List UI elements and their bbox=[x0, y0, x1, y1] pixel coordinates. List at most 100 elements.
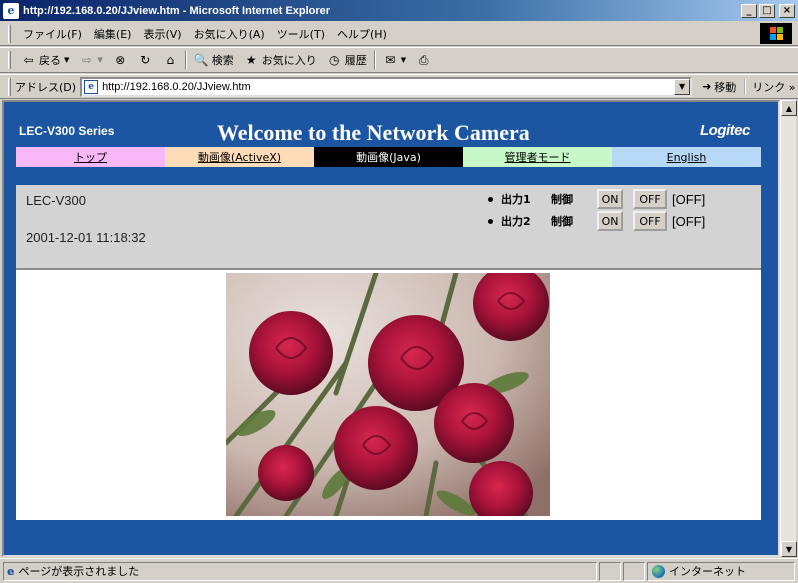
output1-off-button[interactable]: OFF bbox=[633, 189, 667, 209]
search-button[interactable]: 🔍 検索 bbox=[189, 52, 239, 68]
window-controls: _ □ × bbox=[741, 3, 795, 18]
output-name: 出力2 bbox=[501, 215, 531, 228]
menu-edit[interactable]: 編集(E) bbox=[88, 26, 138, 42]
logitec-logo: Logitec bbox=[700, 122, 750, 139]
output1-state: [OFF] bbox=[672, 191, 706, 207]
rose-bouquet-photo bbox=[226, 273, 550, 516]
page-icon: e bbox=[84, 79, 99, 94]
mail-dropdown-icon[interactable]: ▼ bbox=[401, 56, 406, 64]
favorites-icon: ★ bbox=[245, 53, 257, 67]
history-button[interactable]: ◷ 履歴 bbox=[322, 52, 372, 68]
status-pane bbox=[599, 561, 621, 581]
favorites-button[interactable]: ★ お気に入り bbox=[239, 52, 322, 68]
refresh-icon: ↻ bbox=[140, 53, 151, 67]
mail-button[interactable]: ✉ ▼ bbox=[378, 53, 411, 68]
back-label: 戻る bbox=[39, 54, 61, 67]
windows-logo-icon bbox=[760, 23, 792, 44]
output2-state: [OFF] bbox=[672, 213, 706, 229]
menu-tools[interactable]: ツール(T) bbox=[271, 26, 331, 42]
globe-icon bbox=[652, 564, 665, 578]
address-label: アドレス(D) bbox=[15, 80, 77, 94]
menu-favorites[interactable]: お気に入り(A) bbox=[188, 26, 271, 42]
device-name: LEC-V300 bbox=[26, 193, 86, 208]
links-button[interactable]: リンク » bbox=[744, 78, 796, 95]
address-grip[interactable] bbox=[8, 77, 11, 96]
back-dropdown-icon[interactable]: ▼ bbox=[64, 56, 69, 64]
history-label: 履歴 bbox=[344, 54, 367, 67]
page-viewport: LEC-V300 Series Welcome to the Network C… bbox=[2, 100, 780, 557]
forward-button[interactable]: ⇨ ▼ bbox=[74, 53, 107, 68]
bullet-icon bbox=[488, 218, 493, 224]
output-row: 出力2 制御 ON OFF [OFF] bbox=[488, 210, 705, 232]
refresh-button[interactable]: ↻ bbox=[133, 53, 158, 68]
address-dropdown-icon[interactable]: ▼ bbox=[674, 78, 691, 95]
forward-dropdown-icon[interactable]: ▼ bbox=[97, 56, 102, 64]
title-bar: e http://192.168.0.20/JJview.htm - Micro… bbox=[0, 0, 798, 21]
page-done-icon: e bbox=[7, 564, 15, 578]
close-button[interactable]: × bbox=[779, 3, 795, 18]
output2-on-button[interactable]: ON bbox=[597, 211, 623, 231]
nav-bar: トップ 動画像(ActiveX) 動画像(Java) 管理者モード Englis… bbox=[16, 147, 761, 167]
search-icon: 🔍 bbox=[193, 53, 209, 67]
home-button[interactable]: ⌂ bbox=[158, 53, 183, 68]
status-text: ページが表示されました bbox=[18, 565, 140, 578]
minimize-button[interactable]: _ bbox=[741, 3, 757, 18]
mail-icon: ✉ bbox=[385, 53, 396, 67]
menu-bar: ファイル(F) 編集(E) 表示(V) お気に入り(A) ツール(T) ヘルプ(… bbox=[0, 22, 798, 46]
print-button[interactable]: ⎙ bbox=[411, 53, 436, 68]
address-bar: アドレス(D) e ▼ ➜ 移動 リンク » bbox=[0, 74, 798, 99]
toolbar-grip[interactable] bbox=[8, 51, 11, 69]
search-label: 検索 bbox=[211, 54, 234, 67]
status-pane bbox=[623, 561, 645, 581]
menu-help[interactable]: ヘルプ(H) bbox=[331, 26, 393, 42]
bullet-icon bbox=[488, 196, 493, 202]
forward-arrow-icon: ⇨ bbox=[81, 53, 92, 67]
nav-video-java[interactable]: 動画像(Java) bbox=[314, 147, 463, 167]
stop-icon: ⊗ bbox=[115, 53, 126, 67]
menu-view[interactable]: 表示(V) bbox=[137, 26, 187, 42]
favorites-label: お気に入り bbox=[261, 54, 317, 67]
stop-button[interactable]: ⊗ bbox=[108, 53, 133, 68]
output-name: 出力1 bbox=[501, 193, 531, 206]
scroll-up-icon[interactable]: ▲ bbox=[781, 100, 797, 116]
history-icon: ◷ bbox=[329, 53, 340, 67]
output-control-label: 制御 bbox=[551, 193, 573, 206]
output-row: 出力1 制御 ON OFF [OFF] bbox=[488, 188, 705, 210]
menu-file[interactable]: ファイル(F) bbox=[17, 26, 88, 42]
toolbar-separator bbox=[184, 51, 187, 69]
back-arrow-icon: ⇦ bbox=[23, 53, 34, 67]
camera-image bbox=[226, 273, 550, 516]
address-input[interactable] bbox=[102, 80, 675, 93]
home-icon: ⌂ bbox=[166, 53, 175, 67]
camera-panel bbox=[16, 270, 761, 520]
vertical-scrollbar[interactable]: ▲ ▼ bbox=[780, 100, 797, 557]
nav-admin-mode[interactable]: 管理者モード bbox=[463, 147, 612, 167]
go-button[interactable]: ➜ 移動 bbox=[702, 79, 736, 95]
security-zone: インターネット bbox=[647, 561, 795, 581]
printer-icon: ⎙ bbox=[418, 52, 429, 67]
status-message-pane: e ページが表示されました bbox=[3, 561, 597, 581]
nav-top[interactable]: トップ bbox=[16, 147, 165, 167]
toolbar-separator bbox=[373, 51, 376, 69]
nav-video-activex[interactable]: 動画像(ActiveX) bbox=[165, 147, 314, 167]
series-label: LEC-V300 Series bbox=[19, 124, 115, 138]
page-headline: Welcome to the Network Camera bbox=[217, 120, 530, 145]
status-bar: e ページが表示されました インターネット bbox=[0, 558, 798, 583]
maximize-button[interactable]: □ bbox=[759, 3, 775, 18]
back-button[interactable]: ⇦ 戻る ▼ bbox=[16, 52, 74, 68]
go-label: 移動 bbox=[714, 80, 737, 94]
menu-grip[interactable] bbox=[8, 24, 11, 43]
zone-label: インターネット bbox=[669, 565, 746, 578]
window-title: http://192.168.0.20/JJview.htm - Microso… bbox=[23, 4, 331, 17]
go-arrow-icon: ➜ bbox=[702, 80, 712, 93]
output-control-label: 制御 bbox=[551, 215, 573, 228]
device-status-panel: LEC-V300 2001-12-01 11:18:32 出力1 制御 ON O… bbox=[16, 185, 761, 270]
ie-icon[interactable]: e bbox=[3, 2, 19, 19]
device-timestamp: 2001-12-01 11:18:32 bbox=[26, 230, 146, 245]
output1-on-button[interactable]: ON bbox=[597, 189, 623, 209]
scroll-down-icon[interactable]: ▼ bbox=[781, 541, 797, 557]
address-field[interactable]: e ▼ bbox=[80, 76, 693, 97]
standard-toolbar: ⇦ 戻る ▼ ⇨ ▼ ⊗ ↻ ⌂ 🔍 検索 ★ お気に入り ◷ 履歴 ✉ ▼ ⎙ bbox=[0, 47, 798, 73]
output2-off-button[interactable]: OFF bbox=[633, 211, 667, 231]
nav-english[interactable]: English bbox=[612, 147, 761, 167]
